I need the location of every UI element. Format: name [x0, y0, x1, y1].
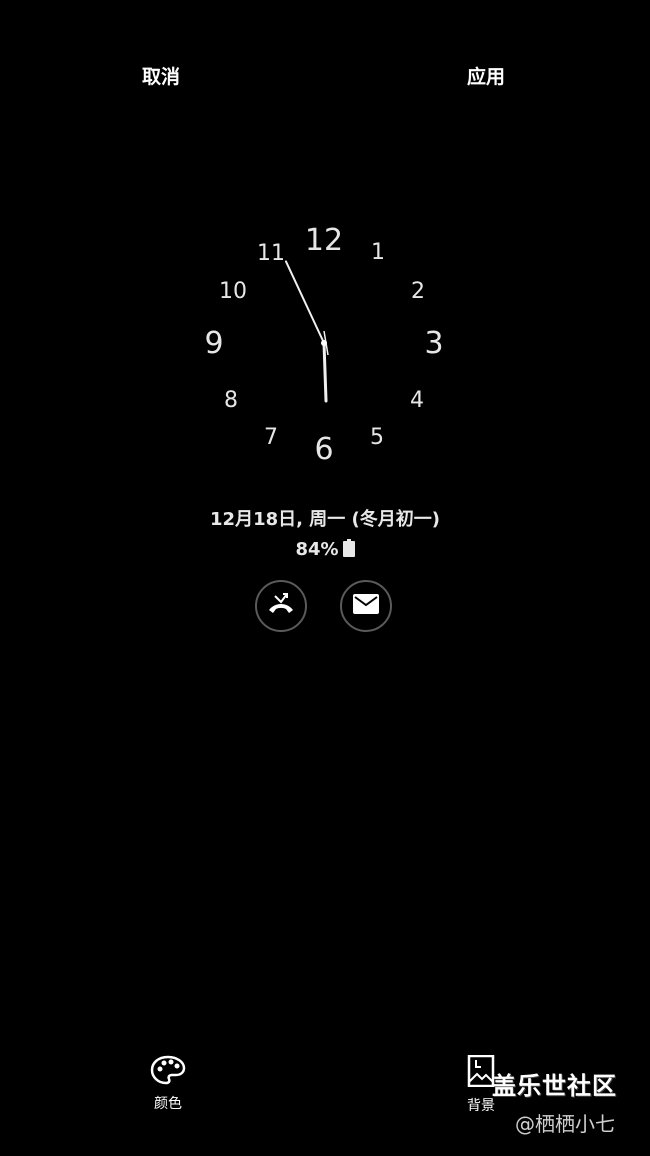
palette-icon [150, 1055, 186, 1089]
message-icon [353, 594, 379, 618]
cancel-button[interactable]: 取消 [142, 62, 180, 89]
color-button[interactable]: 颜色 [128, 1055, 208, 1113]
date-text: 12月18日, 周一 (冬月初一) [210, 509, 440, 530]
clock-numeral-9: 9 [204, 326, 223, 361]
clock-numeral-1: 1 [371, 240, 385, 265]
clock-hour-hand [322, 341, 328, 403]
missed-call-notification[interactable] [255, 580, 307, 632]
message-notification[interactable] [340, 580, 392, 632]
clock-numeral-2: 2 [411, 279, 425, 304]
missed-call-icon [267, 592, 295, 620]
battery-icon [342, 539, 355, 562]
clock-minute-hand [284, 260, 325, 344]
image-icon [467, 1054, 495, 1091]
analog-clock: 12 1 2 3 4 5 6 7 8 9 10 11 [204, 223, 443, 467]
watermark-user: @栖栖小七 [515, 1112, 615, 1136]
clock-numeral-8: 8 [224, 388, 238, 413]
color-label: 颜色 [154, 1096, 182, 1112]
apply-button[interactable]: 应用 [467, 62, 505, 89]
clock-numeral-12: 12 [305, 223, 343, 258]
clock-numeral-7: 7 [264, 425, 278, 450]
battery-status: 84% [0, 539, 650, 562]
clock-numeral-5: 5 [370, 425, 384, 450]
battery-percentage: 84% [295, 539, 339, 560]
clock-numeral-10: 10 [219, 279, 247, 304]
clock-numeral-3: 3 [424, 326, 443, 361]
clock-numeral-4: 4 [410, 388, 424, 413]
clock-numeral-6: 6 [314, 432, 333, 467]
clock-center-dot [321, 340, 327, 346]
watermark-title: 盖乐世社区 [492, 1072, 617, 1100]
clock-numeral-11: 11 [257, 241, 285, 266]
